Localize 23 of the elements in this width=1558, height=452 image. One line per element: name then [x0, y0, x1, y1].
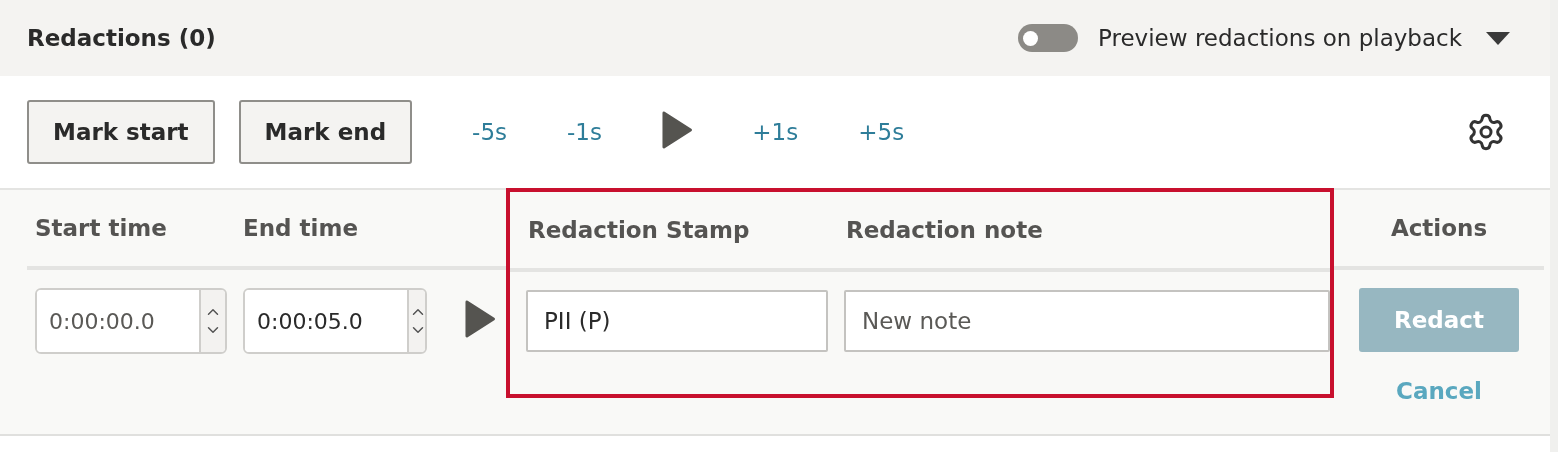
seek-link[interactable]: +1s [752, 119, 799, 145]
toggle-label: Preview redactions on playback [1098, 25, 1462, 51]
toggle-switch[interactable] [1018, 24, 1079, 52]
column-heading: End time [243, 215, 358, 241]
time-field[interactable]: 0:00:05.0 [243, 288, 427, 354]
text-field[interactable]: PII (P) [526, 290, 828, 352]
caret-icon[interactable] [1486, 31, 1510, 45]
column-heading: Start time [35, 215, 167, 241]
seek-link[interactable]: +5s [858, 119, 905, 145]
cancel-link[interactable]: Cancel [1396, 378, 1482, 404]
mark-button[interactable]: Mark end [238, 100, 413, 164]
seek-link[interactable]: -5s [472, 119, 508, 145]
text-field[interactable]: New note [844, 290, 1330, 352]
column-heading: Redaction note [846, 217, 1043, 243]
play-icon[interactable] [661, 111, 693, 149]
panel-title: Redactions (0) [27, 25, 217, 51]
column-heading: Actions [1390, 215, 1488, 241]
time-field[interactable]: 0:00:00.0 [35, 288, 227, 354]
column-heading: Redaction Stamp [528, 217, 750, 243]
play-icon[interactable] [465, 300, 496, 338]
settings-icon[interactable] [1466, 112, 1506, 152]
mark-button[interactable]: Mark start [27, 100, 215, 164]
seek-link[interactable]: -1s [567, 119, 602, 145]
